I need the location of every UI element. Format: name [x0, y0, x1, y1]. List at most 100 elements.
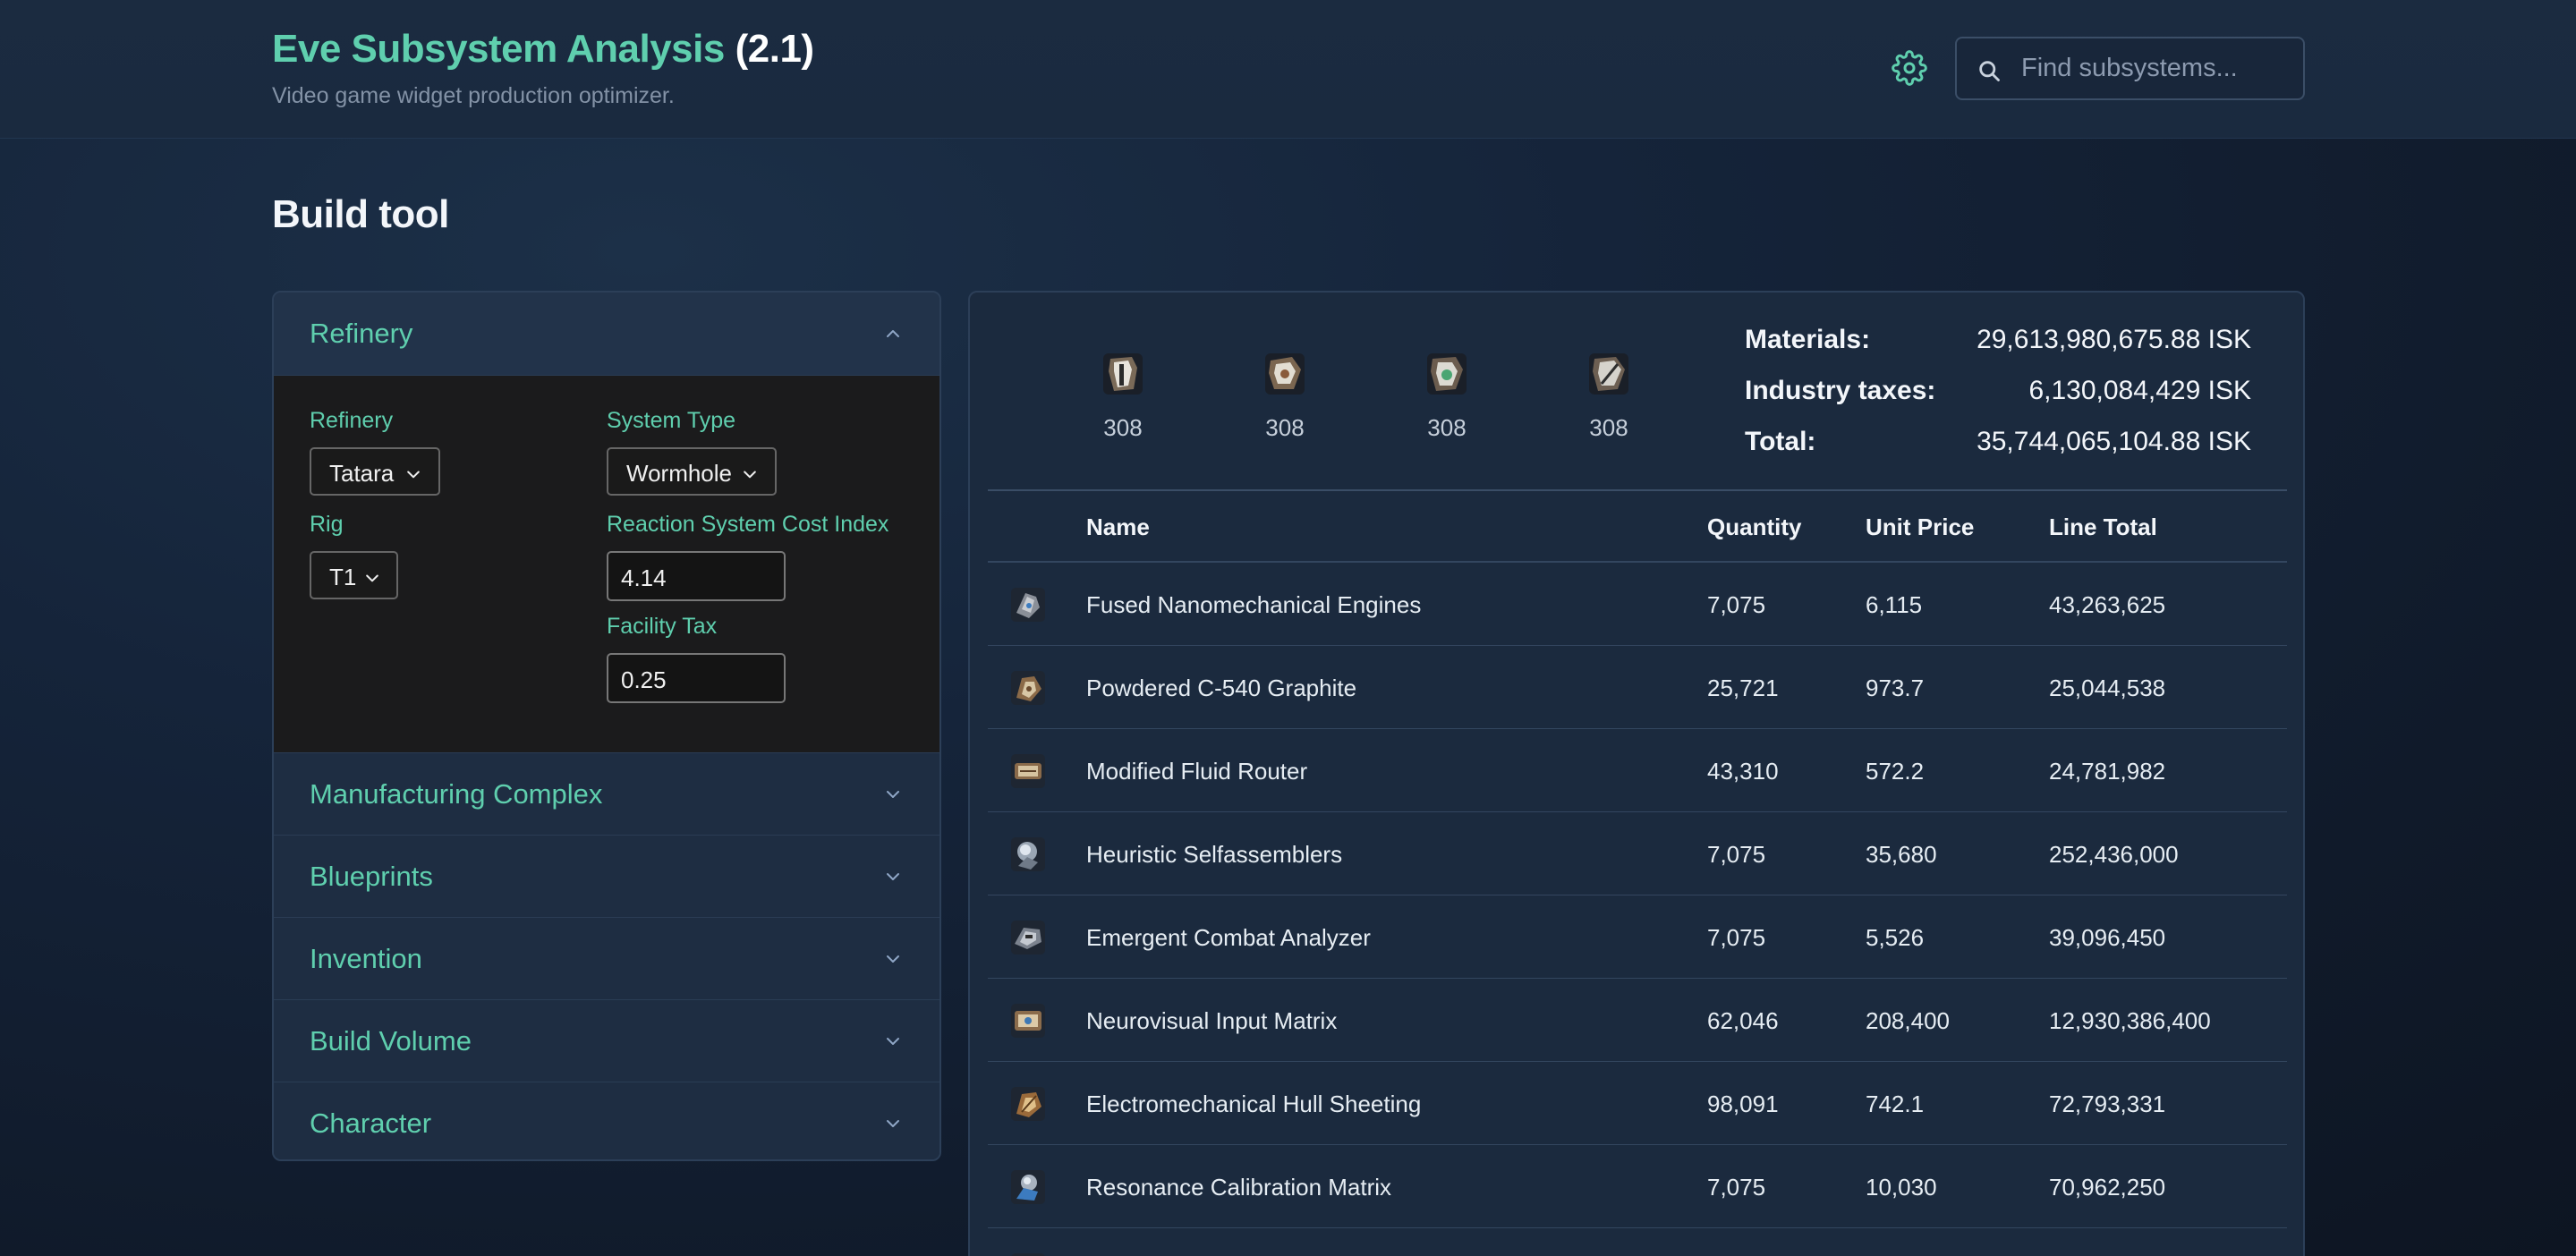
component-icon — [1011, 671, 1045, 705]
row-name: Powdered C-540 Graphite — [1086, 675, 1357, 701]
row-line-total: 252,436,000 — [2049, 841, 2179, 868]
table-row[interactable]: Resonance Calibration Matrix 7,075 10,03… — [988, 1145, 2287, 1228]
table-row[interactable]: Fused Nanomechanical Engines 7,075 6,115… — [988, 563, 2287, 646]
search-input[interactable] — [2021, 38, 2294, 98]
row-quantity: 7,075 — [1707, 841, 1766, 868]
chevron-up-icon — [887, 330, 899, 337]
row-quantity: 62,046 — [1707, 1007, 1779, 1034]
column-header-quantity[interactable]: Quantity — [1707, 513, 1801, 541]
system-type-value: Wormhole — [626, 460, 733, 487]
subsystem-core-icon — [1103, 353, 1143, 395]
row-name: Emergent Combat Analyzer — [1086, 924, 1371, 951]
row-name: Neurovisual Input Matrix — [1086, 1007, 1338, 1034]
row-unit-price: 6,115 — [1866, 591, 1923, 618]
gear-icon[interactable] — [1892, 50, 1927, 86]
cost-index-input[interactable]: 4.14 — [607, 551, 786, 601]
row-unit-price: 973.7 — [1866, 675, 1925, 701]
chevron-down-icon — [366, 574, 378, 582]
subsystem-offensive-icon — [1427, 353, 1467, 395]
column-header-unit-price[interactable]: Unit Price — [1866, 513, 1974, 541]
component-icon — [1011, 1170, 1045, 1204]
accordion-label: Invention — [310, 943, 422, 974]
column-header-line-total[interactable]: Line Total — [2049, 513, 2157, 541]
column-header-name[interactable]: Name — [1086, 513, 1150, 541]
search-icon — [1979, 61, 2000, 81]
row-quantity: 7,075 — [1707, 1174, 1766, 1201]
row-unit-price: 5,526 — [1866, 924, 1925, 951]
table-row[interactable]: Heuristic Selfassemblers 7,075 35,680 25… — [988, 812, 2287, 895]
chevron-down-icon — [744, 471, 756, 479]
chevron-down-icon — [887, 791, 899, 798]
table-row-partial[interactable] — [988, 1228, 2287, 1256]
row-name: Heuristic Selfassemblers — [1086, 841, 1343, 868]
refinery-select[interactable]: Tatara — [310, 447, 440, 496]
component-icon — [1011, 1253, 1045, 1256]
system-type-label: System Type — [607, 408, 736, 433]
page-title: Build tool — [272, 192, 449, 236]
refinery-label: Refinery — [310, 408, 394, 433]
subsystem-defensive-icon — [1265, 353, 1305, 395]
row-unit-price: 35,680 — [1866, 841, 1937, 868]
app-name: Eve Subsystem Analysis — [272, 27, 725, 71]
accordion-header-character[interactable]: Character — [274, 1082, 939, 1159]
row-quantity: 7,075 — [1707, 924, 1766, 951]
accordion-header-build-volume[interactable]: Build Volume — [274, 1000, 939, 1082]
materials-value: 29,613,980,675.88 ISK — [1977, 325, 2251, 354]
top-header: Eve Subsystem Analysis (2.1) Video game … — [0, 0, 2576, 139]
table-row[interactable]: Powdered C-540 Graphite 25,721 973.7 25,… — [988, 646, 2287, 729]
row-name: Modified Fluid Router — [1086, 758, 1308, 785]
row-unit-price: 10,030 — [1866, 1174, 1937, 1201]
industry-taxes-label: Industry taxes: — [1745, 376, 1936, 405]
accordion-label: Character — [310, 1107, 432, 1139]
rig-select[interactable]: T1 — [310, 551, 398, 599]
facility-tax-input[interactable]: 0.25 — [607, 653, 786, 703]
cost-index-label: Reaction System Cost Index — [607, 512, 889, 537]
accordion-header-invention[interactable]: Invention — [274, 918, 939, 1000]
accordion-header-manufacturing[interactable]: Manufacturing Complex — [274, 753, 939, 836]
component-icon — [1011, 588, 1045, 622]
facility-tax-label: Facility Tax — [607, 614, 718, 639]
table-row[interactable]: Electromechanical Hull Sheeting 98,091 7… — [988, 1062, 2287, 1145]
rig-label: Rig — [310, 512, 344, 537]
app-title: Eve Subsystem Analysis (2.1) — [272, 27, 814, 72]
app-subtitle: Video game widget production optimizer. — [272, 83, 675, 108]
row-line-total: 70,962,250 — [2049, 1174, 2166, 1201]
accordion-label: Refinery — [310, 318, 413, 349]
row-line-total: 24,781,982 — [2049, 758, 2166, 785]
table-row[interactable]: Modified Fluid Router 43,310 572.2 24,78… — [988, 729, 2287, 812]
accordion-header-refinery[interactable]: Refinery — [274, 293, 939, 376]
row-line-total: 39,096,450 — [2049, 924, 2166, 951]
component-icon — [1011, 837, 1045, 871]
table-header: Name Quantity Unit Price Line Total — [988, 491, 2287, 563]
refinery-panel: Refinery Tatara System Type Wormhole Rig… — [274, 376, 939, 753]
chevron-down-icon — [887, 1038, 899, 1045]
search-box[interactable] — [1955, 37, 2305, 100]
total-label: Total: — [1745, 427, 1816, 456]
row-quantity: 98,091 — [1707, 1091, 1779, 1117]
refinery-select-value: Tatara — [329, 460, 395, 487]
industry-taxes-value: 6,130,084,429 ISK — [2028, 376, 2251, 405]
row-line-total: 25,044,538 — [2049, 675, 2166, 701]
component-icon — [1011, 754, 1045, 788]
app-version: (2.1) — [735, 27, 814, 71]
total-value: 35,744,065,104.88 ISK — [1977, 427, 2251, 456]
materials-label: Materials: — [1745, 325, 1871, 354]
rig-value: T1 — [329, 564, 357, 590]
row-name: Fused Nanomechanical Engines — [1086, 591, 1422, 618]
cost-index-value: 4.14 — [621, 564, 667, 591]
chevron-down-icon — [407, 471, 420, 479]
material-qty: 308 — [1427, 414, 1467, 441]
row-quantity: 7,075 — [1707, 591, 1766, 618]
build-summary-panel: 308 308 308 308 Materials: 29,613,980,67… — [968, 291, 2305, 1256]
table-row[interactable]: Neurovisual Input Matrix 62,046 208,400 … — [988, 979, 2287, 1062]
accordion-header-blueprints[interactable]: Blueprints — [274, 836, 939, 918]
row-unit-price: 742.1 — [1866, 1091, 1925, 1117]
row-line-total: 12,930,386,400 — [2049, 1007, 2211, 1034]
chevron-down-icon — [887, 1120, 899, 1127]
row-unit-price: 572.2 — [1866, 758, 1925, 785]
component-icon — [1011, 1087, 1045, 1121]
table-row[interactable]: Emergent Combat Analyzer 7,075 5,526 39,… — [988, 895, 2287, 979]
system-type-select[interactable]: Wormhole — [607, 447, 777, 496]
row-name: Resonance Calibration Matrix — [1086, 1174, 1392, 1201]
accordion-label: Build Volume — [310, 1025, 472, 1057]
